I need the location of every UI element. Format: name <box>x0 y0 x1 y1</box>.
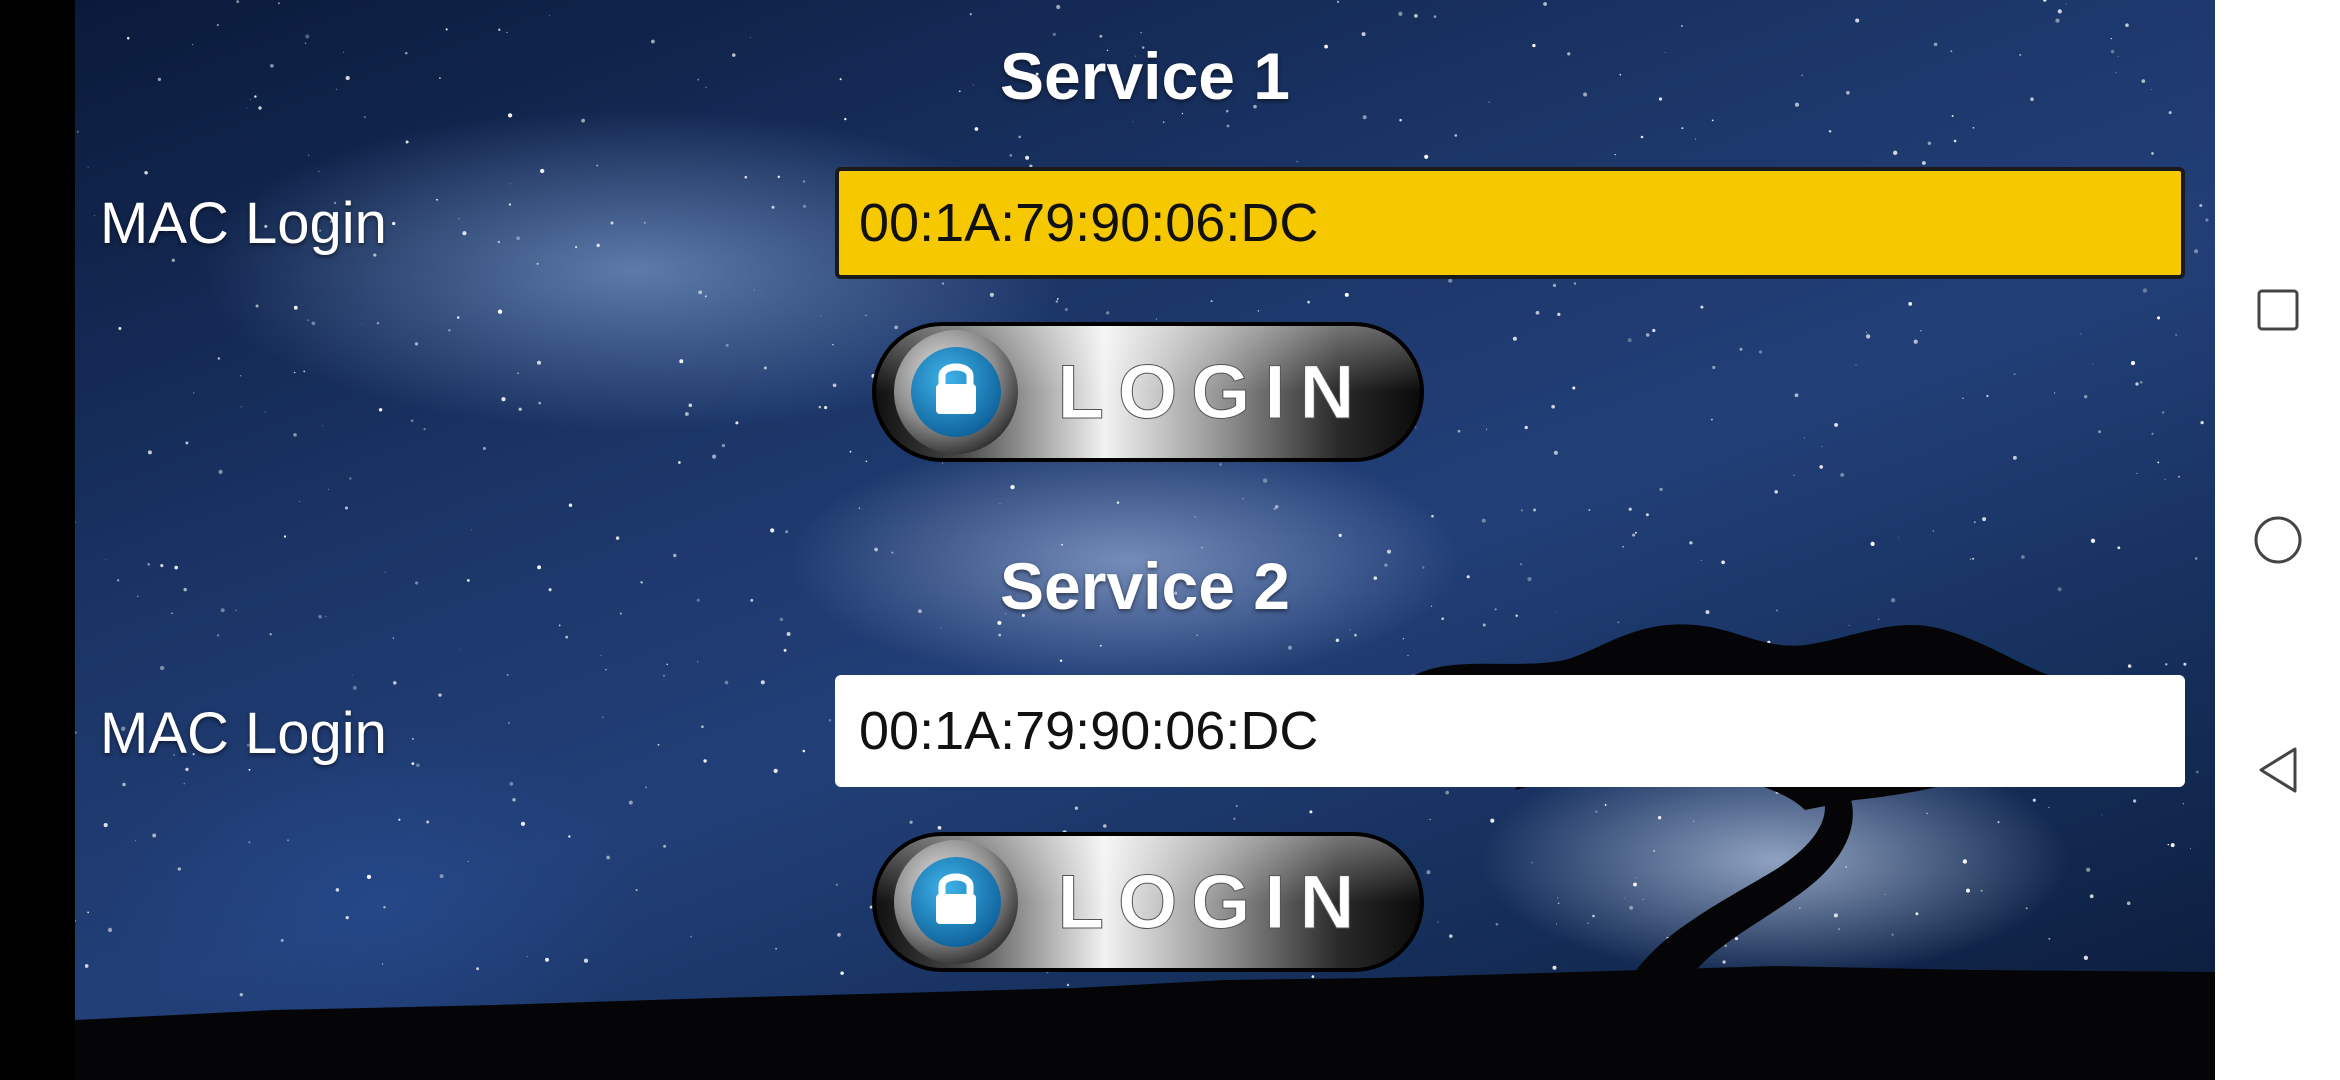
lock-icon <box>894 330 1018 454</box>
app-screen: Service 1 MAC Login 00:1A:79:90:06:DC LO… <box>75 0 2215 1080</box>
service-1-login-button[interactable]: LOGIN <box>868 318 1428 466</box>
recents-button[interactable] <box>2215 255 2340 365</box>
home-circle-icon <box>2254 516 2301 564</box>
lock-icon <box>894 840 1018 964</box>
service-1-title: Service 1 <box>1000 39 1290 113</box>
service-1-mac-input[interactable] <box>835 167 2185 279</box>
recents-square-icon <box>2257 289 2298 331</box>
home-button[interactable] <box>2215 485 2340 595</box>
service-1-mac-label: MAC Login <box>100 191 387 256</box>
service-2-title: Service 2 <box>1000 549 1290 623</box>
service-2-mac-input[interactable] <box>835 675 2185 787</box>
back-button[interactable] <box>2215 715 2340 825</box>
service-1-login-label: LOGIN <box>1058 350 1369 435</box>
service-2-mac-label: MAC Login <box>100 701 387 766</box>
left-black-strip <box>0 0 75 1080</box>
system-nav-bar <box>2215 0 2340 1080</box>
back-triangle-icon <box>2259 747 2296 793</box>
service-2-login-label: LOGIN <box>1058 860 1369 945</box>
service-2-login-button[interactable]: LOGIN <box>868 828 1428 976</box>
